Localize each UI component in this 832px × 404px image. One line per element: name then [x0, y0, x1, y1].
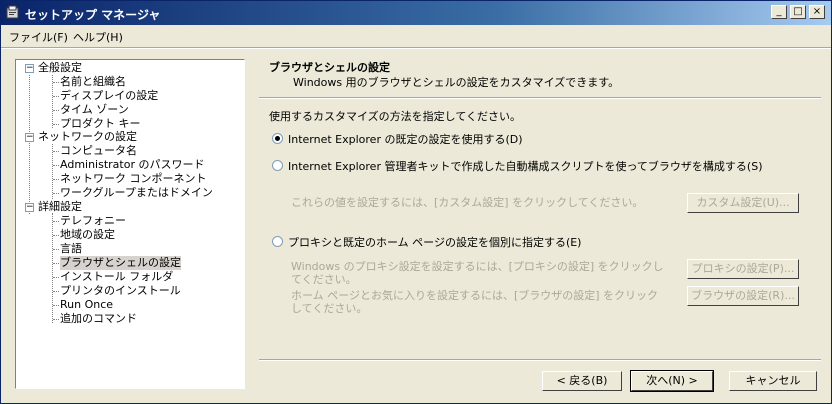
tree-item[interactable]: プリンタのインストール [60, 284, 181, 298]
tree-connector [53, 249, 59, 250]
tree-root-line [29, 75, 30, 214]
tree-connector [53, 291, 59, 292]
window-title: セットアップ マネージャ [25, 8, 161, 22]
settings-tree[interactable]: − 全般設定 名前と組織名 ディスプレイの設定 タイム ゾーン プロダクト キー… [15, 59, 245, 389]
tree-item[interactable]: 地域の設定 [60, 228, 115, 242]
maximize-button[interactable]: □ [790, 5, 806, 19]
close-icon: × [812, 6, 822, 17]
close-button[interactable]: × [809, 5, 825, 19]
radio-individual-settings-label[interactable]: プロキシと既定のホーム ページの設定を個別に指定する(E) [288, 234, 581, 250]
tree-item[interactable]: ディスプレイの設定 [60, 89, 158, 103]
tree-connector [53, 193, 59, 194]
tree-item[interactable]: プロダクト キー [60, 117, 141, 131]
tree-group-general[interactable]: 全般設定 [38, 61, 82, 75]
title-bar[interactable]: セットアップ マネージャ _ □ × [1, 1, 831, 25]
tree-item[interactable]: タイム ゾーン [60, 103, 129, 117]
tree-connector [53, 277, 59, 278]
menu-help[interactable]: ヘルプ(H) [73, 29, 123, 45]
panel-title: ブラウザとシェルの設定 [269, 61, 390, 74]
menu-divider [1, 47, 831, 49]
tree-item[interactable]: インストール フォルダ [60, 270, 173, 284]
tree-connector [53, 110, 59, 111]
tree-item[interactable]: コンピュータ名 [60, 144, 137, 158]
custom-settings-note: これらの値を設定するには、[カスタム設定] をクリックしてください。 [291, 196, 644, 209]
tree-item[interactable]: 追加のコマンド [60, 312, 137, 326]
menu-bar: ファイル(F) ヘルプ(H) [1, 26, 831, 46]
tree-item[interactable]: 言語 [60, 242, 82, 256]
tree-item[interactable]: ワークグループまたはドメイン [60, 186, 213, 200]
footer-divider [259, 359, 821, 361]
browser-settings-button[interactable]: ブラウザの設定(R)... [687, 286, 799, 306]
menu-file[interactable]: ファイル(F) [9, 29, 68, 45]
radio-individual-settings[interactable] [272, 236, 283, 247]
panel-description: Windows 用のブラウザとシェルの設定をカスタマイズできます。 [293, 76, 620, 89]
tree-item[interactable]: Administrator のパスワード [60, 158, 204, 172]
tree-connector [53, 96, 59, 97]
tree-item-selected[interactable]: ブラウザとシェルの設定 [60, 256, 181, 270]
tree-connector [53, 165, 59, 166]
collapse-icon[interactable]: − [25, 133, 34, 142]
maximize-icon: □ [793, 6, 803, 17]
method-prompt: 使用するカスタマイズの方法を指定してください。 [269, 110, 522, 123]
radio-autoconfig-script-label[interactable]: Internet Explorer 管理者キットで作成した自動構成スクリプトを使… [288, 158, 762, 174]
minimize-button[interactable]: _ [771, 5, 787, 19]
browser-settings-note: ホーム ページとお気に入りを設定するには、[ブラウザの設定] をクリックしてくだ… [291, 289, 659, 315]
tree-group-advanced[interactable]: 詳細設定 [38, 200, 82, 214]
cancel-button[interactable]: キャンセル [729, 371, 817, 391]
radio-autoconfig-script[interactable] [272, 160, 283, 171]
tree-branch-line [52, 144, 53, 199]
next-button[interactable]: 次へ(N) > [630, 370, 714, 392]
radio-default-settings-label[interactable]: Internet Explorer の既定の設定を使用する(D) [288, 131, 523, 147]
proxy-settings-note: Windows のプロキシ設定を設定するには、[プロキシの設定] をクリックして… [291, 260, 664, 286]
tree-connector [53, 179, 59, 180]
tree-item[interactable]: ネットワーク コンポーネント [60, 172, 207, 186]
tree-connector [53, 82, 59, 83]
collapse-icon[interactable]: − [25, 64, 34, 73]
setup-manager-icon [6, 5, 19, 19]
tree-connector [53, 151, 59, 152]
back-button[interactable]: < 戻る(B) [542, 371, 622, 391]
tree-item[interactable]: テレフォニー [60, 214, 126, 228]
header-divider [259, 97, 821, 99]
tree-group-network[interactable]: ネットワークの設定 [38, 130, 137, 144]
proxy-settings-button[interactable]: プロキシの設定(P)... [687, 259, 799, 279]
tree-item[interactable]: 名前と組織名 [60, 75, 126, 89]
collapse-icon[interactable]: − [25, 203, 34, 212]
tree-item[interactable]: Run Once [60, 298, 113, 312]
tree-connector [53, 124, 59, 125]
tree-connector [53, 305, 59, 306]
tree-connector [53, 235, 59, 236]
minimize-icon: _ [776, 6, 782, 17]
tree-connector [53, 263, 59, 264]
setup-manager-window: セットアップ マネージャ _ □ × ファイル(F) ヘルプ(H) − 全般設定… [0, 0, 832, 404]
tree-branch-line [52, 213, 53, 323]
tree-connector [53, 221, 59, 222]
custom-settings-button[interactable]: カスタム設定(U)... [687, 193, 799, 213]
radio-default-settings[interactable] [272, 133, 283, 144]
tree-connector [53, 319, 59, 320]
